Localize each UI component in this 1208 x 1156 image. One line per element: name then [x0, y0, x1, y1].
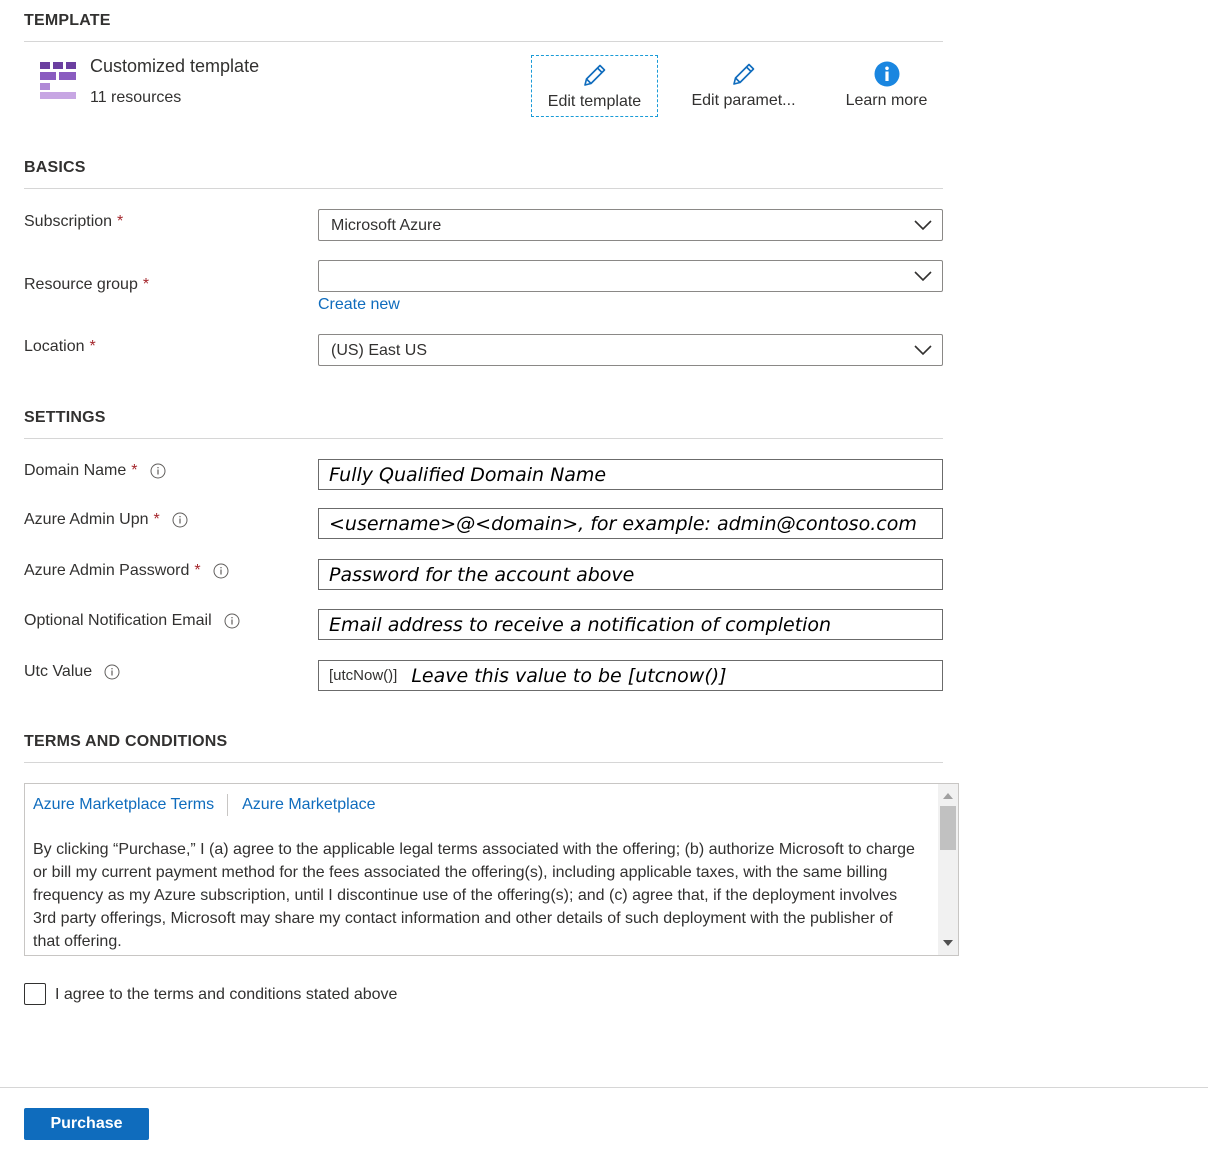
admin-password-input[interactable]: Password for the account above [318, 559, 943, 590]
location-value: (US) East US [331, 342, 428, 359]
domain-name-hint: Fully Qualified Domain Name [329, 463, 607, 486]
terms-section-title: TERMS AND CONDITIONS [24, 733, 228, 750]
template-name: Customized template [90, 56, 260, 76]
notification-email-label-text: Optional Notification Email [24, 612, 212, 629]
scroll-up-arrow-icon[interactable] [943, 793, 953, 799]
resource-group-dropdown[interactable] [318, 260, 943, 292]
chevron-down-icon [914, 220, 932, 231]
info-circle-icon[interactable] [224, 613, 240, 629]
template-icon [40, 62, 76, 100]
notification-email-input[interactable]: Email address to receive a notification … [318, 609, 943, 640]
info-circle-icon[interactable] [213, 563, 229, 579]
terms-text: By clicking “Purchase,” I (a) agree to t… [33, 841, 915, 950]
subscription-value: Microsoft Azure [331, 217, 442, 234]
pencil-icon [729, 59, 759, 89]
tab-azure-marketplace[interactable]: Azure Marketplace [242, 796, 375, 814]
required-marker: * [131, 462, 138, 479]
terms-scrollbar[interactable] [938, 784, 958, 955]
learn-more-button[interactable]: Learn more [823, 55, 950, 117]
notification-email-hint: Email address to receive a notification … [329, 613, 832, 636]
admin-password-label: Azure Admin Password * [24, 562, 229, 580]
agree-terms-checkbox[interactable] [24, 983, 46, 1005]
edit-parameters-button[interactable]: Edit paramet... [680, 55, 807, 117]
tab-azure-marketplace-terms[interactable]: Azure Marketplace Terms [33, 796, 214, 814]
agree-terms-label: I agree to the terms and conditions stat… [55, 986, 398, 1003]
edit-parameters-label: Edit paramet... [691, 92, 796, 109]
admin-upn-input[interactable]: <username>@<domain>, for example: admin@… [318, 508, 943, 539]
utc-value-current: [utcNow()] [329, 667, 398, 684]
subscription-label-text: Subscription [24, 213, 113, 230]
domain-name-label-text: Domain Name [24, 462, 127, 479]
admin-upn-hint: <username>@<domain>, for example: admin@… [329, 512, 917, 535]
scroll-thumb[interactable] [940, 806, 956, 850]
tab-separator [227, 794, 229, 816]
required-marker: * [117, 213, 124, 230]
resource-group-label: Resource group * [24, 276, 149, 294]
required-marker: * [153, 511, 160, 528]
create-new-link[interactable]: Create new [318, 296, 400, 314]
admin-upn-label-text: Azure Admin Upn [24, 511, 149, 528]
notification-email-label: Optional Notification Email [24, 612, 240, 630]
subscription-label: Subscription * [24, 213, 123, 231]
resource-group-label-text: Resource group [24, 276, 138, 293]
location-dropdown[interactable]: (US) East US [318, 334, 943, 366]
required-marker: * [142, 276, 150, 293]
required-marker: * [194, 562, 201, 579]
info-circle-icon[interactable] [150, 463, 166, 479]
admin-password-label-text: Azure Admin Password [24, 562, 190, 579]
edit-template-label: Edit template [547, 93, 642, 110]
location-label-text: Location [24, 338, 85, 355]
utc-value-input[interactable]: [utcNow()] Leave this value to be [utcno… [318, 660, 943, 691]
admin-upn-label: Azure Admin Upn * [24, 511, 188, 529]
admin-password-hint: Password for the account above [329, 563, 635, 586]
location-label: Location * [24, 338, 96, 356]
basics-divider [24, 188, 943, 189]
pencil-icon [580, 60, 610, 90]
scroll-down-arrow-icon[interactable] [943, 940, 953, 946]
domain-name-label: Domain Name * [24, 462, 166, 480]
learn-more-label: Learn more [845, 92, 928, 109]
footer-divider [0, 1087, 1208, 1088]
subscription-dropdown[interactable]: Microsoft Azure [318, 209, 943, 241]
required-marker: * [89, 338, 96, 355]
info-icon [872, 59, 902, 89]
info-circle-icon[interactable] [104, 664, 120, 680]
settings-divider [24, 438, 943, 439]
utc-value-label: Utc Value [24, 663, 120, 681]
chevron-down-icon [914, 271, 932, 282]
info-circle-icon[interactable] [172, 512, 188, 528]
template-section-title: TEMPLATE [24, 12, 111, 29]
template-resource-count: 11 resources [90, 89, 182, 106]
deployment-form: TEMPLATE Customized template 11 resource… [0, 0, 1208, 1156]
basics-section-title: BASICS [24, 159, 86, 176]
terms-tabs: Azure Marketplace Terms Azure Marketplac… [33, 794, 376, 816]
purchase-button[interactable]: Purchase [24, 1108, 149, 1140]
edit-template-button[interactable]: Edit template [531, 55, 658, 117]
settings-section-title: SETTINGS [24, 409, 106, 426]
template-divider [24, 41, 943, 42]
terms-divider [24, 762, 943, 763]
domain-name-input[interactable]: Fully Qualified Domain Name [318, 459, 943, 490]
utc-value-label-text: Utc Value [24, 663, 93, 680]
chevron-down-icon [914, 345, 932, 356]
terms-box: Azure Marketplace Terms Azure Marketplac… [24, 783, 959, 956]
utc-value-hint: Leave this value to be [utcnow()] [411, 664, 727, 687]
